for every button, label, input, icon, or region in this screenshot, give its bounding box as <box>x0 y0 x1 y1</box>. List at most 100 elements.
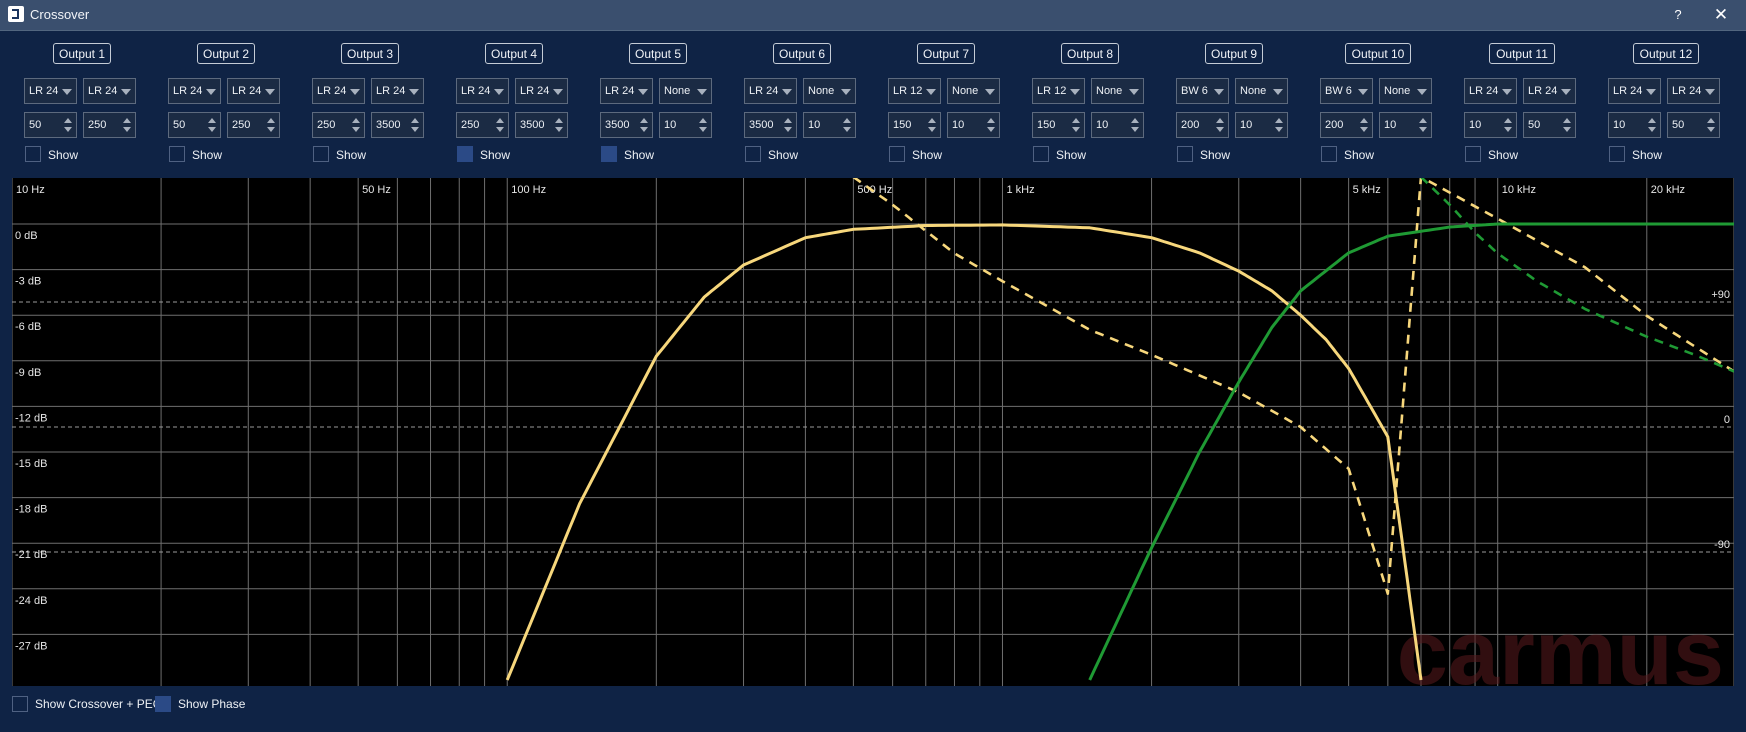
highpass-type-dropdown[interactable]: LR 24 <box>1608 78 1661 104</box>
spin-down-icon[interactable] <box>640 127 648 132</box>
spin-down-icon[interactable] <box>123 127 131 132</box>
highpass-frequency-spinbox[interactable]: 250 <box>312 112 365 138</box>
spin-up-icon[interactable] <box>640 118 648 123</box>
show-phase-checkbox[interactable] <box>155 696 171 712</box>
spin-down-icon[interactable] <box>1216 127 1224 132</box>
show-checkbox[interactable] <box>313 146 329 162</box>
spin-down-icon[interactable] <box>1131 127 1139 132</box>
lowpass-type-dropdown[interactable]: LR 24 <box>1667 78 1720 104</box>
lowpass-frequency-spinbox[interactable]: 10 <box>947 112 1000 138</box>
highpass-frequency-spinbox[interactable]: 3500 <box>744 112 797 138</box>
spin-down-icon[interactable] <box>1504 127 1512 132</box>
spin-down-icon[interactable] <box>1648 127 1656 132</box>
output-select-button[interactable]: Output 3 <box>341 43 399 64</box>
spin-down-icon[interactable] <box>1275 127 1283 132</box>
highpass-type-dropdown[interactable]: LR 24 <box>168 78 221 104</box>
show-checkbox[interactable] <box>1609 146 1625 162</box>
output-select-button[interactable]: Output 4 <box>485 43 543 64</box>
spin-up-icon[interactable] <box>267 118 275 123</box>
spin-up-icon[interactable] <box>987 118 995 123</box>
spin-down-icon[interactable] <box>784 127 792 132</box>
lowpass-frequency-spinbox[interactable]: 10 <box>1235 112 1288 138</box>
highpass-frequency-spinbox[interactable]: 50 <box>168 112 221 138</box>
highpass-type-dropdown[interactable]: LR 24 <box>600 78 653 104</box>
output-select-button[interactable]: Output 7 <box>917 43 975 64</box>
lowpass-frequency-spinbox[interactable]: 50 <box>1523 112 1576 138</box>
spin-up-icon[interactable] <box>843 118 851 123</box>
highpass-frequency-spinbox[interactable]: 3500 <box>600 112 653 138</box>
highpass-type-dropdown[interactable]: LR 12 <box>1032 78 1085 104</box>
lowpass-type-dropdown[interactable]: None <box>1235 78 1288 104</box>
spin-up-icon[interactable] <box>699 118 707 123</box>
highpass-frequency-spinbox[interactable]: 10 <box>1608 112 1661 138</box>
lowpass-type-dropdown[interactable]: LR 24 <box>371 78 424 104</box>
show-checkbox[interactable] <box>1321 146 1337 162</box>
spin-up-icon[interactable] <box>1648 118 1656 123</box>
spin-down-icon[interactable] <box>555 127 563 132</box>
output-select-button[interactable]: Output 8 <box>1061 43 1119 64</box>
output-select-button[interactable]: Output 9 <box>1205 43 1263 64</box>
lowpass-frequency-spinbox[interactable]: 10 <box>1091 112 1144 138</box>
output-select-button[interactable]: Output 1 <box>53 43 111 64</box>
spin-down-icon[interactable] <box>843 127 851 132</box>
help-button[interactable]: ? <box>1668 5 1688 25</box>
output-select-button[interactable]: Output 5 <box>629 43 687 64</box>
spin-up-icon[interactable] <box>928 118 936 123</box>
show-checkbox[interactable] <box>889 146 905 162</box>
lowpass-type-dropdown[interactable]: LR 24 <box>227 78 280 104</box>
spin-down-icon[interactable] <box>1563 127 1571 132</box>
spin-down-icon[interactable] <box>987 127 995 132</box>
spin-up-icon[interactable] <box>555 118 563 123</box>
highpass-frequency-spinbox[interactable]: 150 <box>1032 112 1085 138</box>
spin-up-icon[interactable] <box>411 118 419 123</box>
show-checkbox[interactable] <box>1033 146 1049 162</box>
show-checkbox[interactable] <box>25 146 41 162</box>
spin-up-icon[interactable] <box>1072 118 1080 123</box>
spin-up-icon[interactable] <box>1504 118 1512 123</box>
lowpass-type-dropdown[interactable]: LR 24 <box>1523 78 1576 104</box>
spin-up-icon[interactable] <box>123 118 131 123</box>
output-select-button[interactable]: Output 6 <box>773 43 831 64</box>
show-checkbox[interactable] <box>1465 146 1481 162</box>
lowpass-type-dropdown[interactable]: None <box>947 78 1000 104</box>
highpass-type-dropdown[interactable]: LR 24 <box>1464 78 1517 104</box>
spin-down-icon[interactable] <box>411 127 419 132</box>
lowpass-type-dropdown[interactable]: None <box>1091 78 1144 104</box>
highpass-type-dropdown[interactable]: LR 12 <box>888 78 941 104</box>
highpass-type-dropdown[interactable]: LR 24 <box>312 78 365 104</box>
spin-down-icon[interactable] <box>1360 127 1368 132</box>
show-checkbox[interactable] <box>169 146 185 162</box>
highpass-frequency-spinbox[interactable]: 10 <box>1464 112 1517 138</box>
lowpass-frequency-spinbox[interactable]: 3500 <box>515 112 568 138</box>
show-crossover-peq-checkbox[interactable] <box>12 696 28 712</box>
spin-up-icon[interactable] <box>1419 118 1427 123</box>
show-checkbox[interactable] <box>601 146 617 162</box>
lowpass-frequency-spinbox[interactable]: 50 <box>1667 112 1720 138</box>
spin-down-icon[interactable] <box>1072 127 1080 132</box>
show-checkbox[interactable] <box>1177 146 1193 162</box>
spin-down-icon[interactable] <box>1419 127 1427 132</box>
lowpass-frequency-spinbox[interactable]: 10 <box>803 112 856 138</box>
output-select-button[interactable]: Output 12 <box>1633 43 1699 64</box>
spin-up-icon[interactable] <box>1707 118 1715 123</box>
spin-up-icon[interactable] <box>64 118 72 123</box>
lowpass-type-dropdown[interactable]: LR 24 <box>83 78 136 104</box>
close-button[interactable]: ✕ <box>1710 4 1732 26</box>
highpass-frequency-spinbox[interactable]: 200 <box>1320 112 1373 138</box>
highpass-type-dropdown[interactable]: LR 24 <box>456 78 509 104</box>
lowpass-frequency-spinbox[interactable]: 10 <box>659 112 712 138</box>
lowpass-type-dropdown[interactable]: LR 24 <box>515 78 568 104</box>
lowpass-frequency-spinbox[interactable]: 250 <box>227 112 280 138</box>
spin-up-icon[interactable] <box>1360 118 1368 123</box>
lowpass-type-dropdown[interactable]: None <box>1379 78 1432 104</box>
spin-down-icon[interactable] <box>352 127 360 132</box>
lowpass-type-dropdown[interactable]: None <box>803 78 856 104</box>
output-select-button[interactable]: Output 10 <box>1345 43 1411 64</box>
spin-down-icon[interactable] <box>267 127 275 132</box>
spin-down-icon[interactable] <box>1707 127 1715 132</box>
spin-down-icon[interactable] <box>64 127 72 132</box>
highpass-frequency-spinbox[interactable]: 150 <box>888 112 941 138</box>
show-checkbox[interactable] <box>457 146 473 162</box>
output-select-button[interactable]: Output 11 <box>1489 43 1555 64</box>
spin-down-icon[interactable] <box>496 127 504 132</box>
